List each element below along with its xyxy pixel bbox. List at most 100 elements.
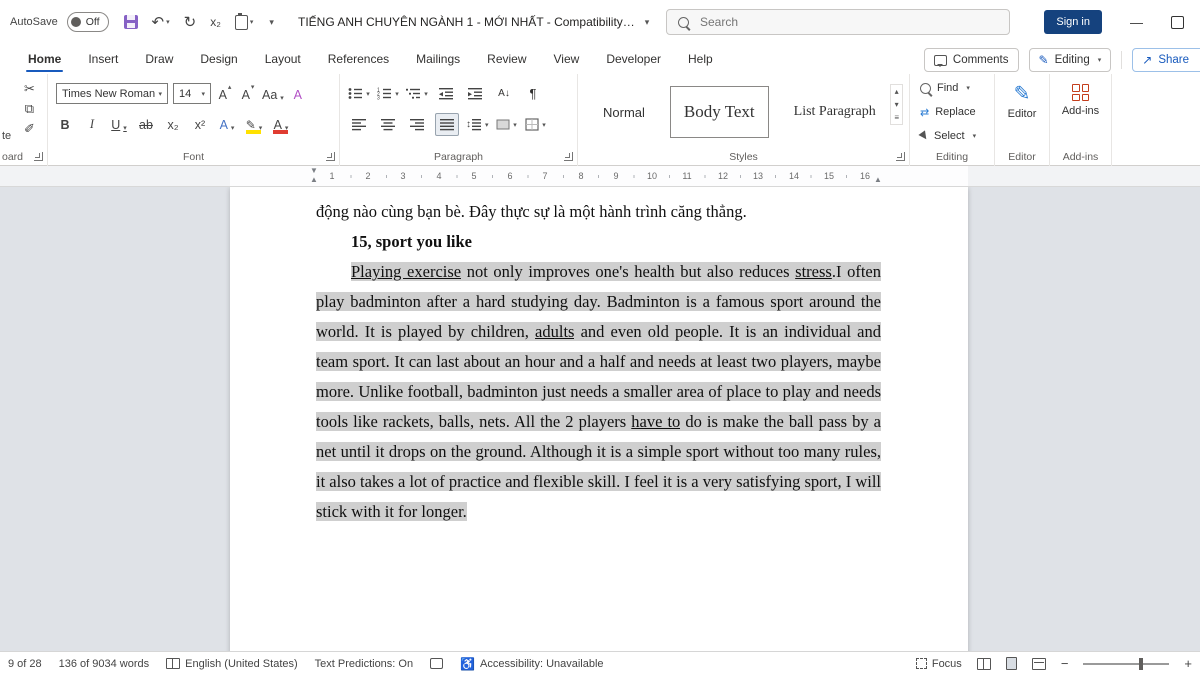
addins-button[interactable]: Add-ins — [1050, 84, 1111, 117]
sign-in-button[interactable]: Sign in — [1044, 10, 1102, 34]
multilevel-list-button[interactable]: ▾ — [406, 83, 428, 104]
word-count[interactable]: 136 of 9034 words — [59, 658, 150, 670]
search-box[interactable] — [666, 9, 1010, 35]
italic-button[interactable]: I — [83, 113, 101, 134]
zoom-out-button[interactable]: − — [1061, 656, 1069, 671]
customize-qat-icon[interactable]: ▾ — [269, 18, 274, 27]
numbering-button[interactable]: 123▾ — [377, 83, 399, 104]
highlight-color-button[interactable]: ✎▾ — [245, 113, 263, 134]
clear-formatting-button[interactable]: A — [289, 83, 307, 104]
font-color-button[interactable]: A▾ — [272, 113, 290, 134]
font-dialog-launcher-icon[interactable] — [326, 152, 335, 161]
page-indicator[interactable]: 9 of 28 — [8, 658, 42, 670]
tab-developer[interactable]: Developer — [604, 46, 663, 72]
document-page[interactable]: động nào cùng bạn bè. Đây thực sự là một… — [230, 187, 968, 651]
font-name-combo[interactable]: Times New Roman▾ — [56, 83, 168, 104]
increase-indent-button[interactable] — [464, 83, 486, 104]
bullets-button[interactable]: ▾ — [348, 83, 370, 104]
comments-button[interactable]: Comments — [924, 48, 1019, 72]
copy-icon[interactable]: ⧉ — [25, 102, 34, 115]
text-effects-button[interactable]: A▾ — [218, 113, 236, 134]
styles-scroll-down-icon[interactable]: ▾ — [895, 100, 899, 109]
share-button[interactable]: ↗Share — [1132, 48, 1200, 72]
style-list-paragraph[interactable]: List Paragraph — [781, 86, 889, 138]
tab-insert[interactable]: Insert — [86, 46, 120, 72]
heading-sport-you-like[interactable]: 15, sport you like — [316, 227, 881, 257]
recording-button[interactable] — [430, 658, 443, 669]
document-area[interactable]: động nào cùng bạn bè. Đây thực sự là một… — [0, 187, 1200, 651]
paste-dropdown-icon[interactable]: ▾ — [250, 19, 254, 26]
replace-button[interactable]: ⇄Replace — [920, 102, 994, 122]
style-body-text[interactable]: Body Text — [670, 86, 769, 138]
tab-view[interactable]: View — [552, 46, 582, 72]
tab-review[interactable]: Review — [485, 46, 528, 72]
zoom-in-button[interactable]: + — [1184, 656, 1192, 671]
tab-draw[interactable]: Draw — [143, 46, 175, 72]
redo-icon[interactable]: ↻ — [184, 15, 197, 30]
zoom-slider[interactable] — [1083, 663, 1169, 665]
bold-button[interactable]: B — [56, 113, 74, 134]
tab-mailings[interactable]: Mailings — [414, 46, 462, 72]
text-predictions-toggle[interactable]: Text Predictions: On — [315, 658, 413, 670]
subscript-qat-icon[interactable]: x₂ — [210, 16, 221, 28]
paste-label-partial[interactable]: te — [2, 130, 11, 142]
document-title-area[interactable]: TIẾNG ANH CHUYÊN NGÀNH 1 - MỚI NHẤT - Co… — [298, 0, 649, 44]
sort-button[interactable]: A↓ — [493, 83, 515, 104]
ruler[interactable]: 1 2 3 4 5 6 7 8 9 10 11 12 13 14 15 16 ▼… — [0, 166, 1200, 187]
save-icon[interactable] — [124, 15, 138, 29]
grow-font-button[interactable]: A▴ — [216, 83, 234, 104]
align-left-button[interactable] — [348, 114, 370, 135]
select-button[interactable]: Select▾ — [920, 126, 994, 146]
align-right-button[interactable] — [406, 114, 428, 135]
shrink-font-button[interactable]: A▾ — [239, 83, 257, 104]
tab-home[interactable]: Home — [26, 46, 63, 72]
accessibility-checker[interactable]: ♿Accessibility: Unavailable — [460, 657, 603, 671]
borders-button[interactable]: ▾ — [525, 114, 547, 135]
font-size-combo[interactable]: 14▾ — [173, 83, 211, 104]
paragraph-dialog-launcher-icon[interactable] — [564, 152, 573, 161]
strikethrough-button[interactable]: ab — [137, 113, 155, 134]
zoom-slider-handle[interactable] — [1139, 658, 1143, 670]
minimize-button[interactable]: — — [1130, 15, 1143, 30]
style-normal[interactable]: Normal — [590, 86, 658, 138]
cut-icon[interactable]: ✂ — [24, 82, 35, 95]
title-chevron-icon[interactable]: ▾ — [645, 17, 650, 28]
superscript-button[interactable]: x² — [191, 113, 209, 134]
editing-mode-button[interactable]: ✎Editing▾ — [1029, 48, 1112, 72]
shading-button[interactable]: ▾ — [496, 114, 518, 135]
autosave-toggle[interactable]: Off — [67, 12, 109, 32]
first-line-indent-marker[interactable]: ▼ — [310, 167, 318, 175]
change-case-button[interactable]: Aa▾ — [262, 83, 284, 104]
focus-button[interactable]: Focus — [916, 658, 962, 670]
selected-paragraph[interactable]: Playing exercise not only improves one's… — [316, 257, 881, 527]
read-mode-button[interactable] — [977, 658, 991, 670]
undo-dropdown-icon[interactable]: ▾ — [166, 19, 170, 26]
maximize-button[interactable] — [1171, 16, 1184, 29]
editor-button[interactable]: ✎ Editor — [995, 84, 1049, 120]
paragraph-previous[interactable]: động nào cùng bạn bè. Đây thực sự là một… — [316, 197, 881, 227]
find-button[interactable]: Find▾ — [920, 78, 994, 98]
right-indent-marker[interactable]: ▲ — [874, 176, 882, 184]
styles-more-icon[interactable]: ≡ — [894, 113, 899, 122]
underline-button[interactable]: U▾ — [110, 113, 128, 134]
justify-button[interactable] — [435, 113, 459, 136]
decrease-indent-button[interactable] — [435, 83, 457, 104]
subscript-button[interactable]: x₂ — [164, 113, 182, 134]
styles-dialog-launcher-icon[interactable] — [896, 152, 905, 161]
tab-design[interactable]: Design — [198, 46, 239, 72]
tab-help[interactable]: Help — [686, 46, 715, 72]
clipboard-dialog-launcher-icon[interactable] — [34, 152, 43, 161]
print-layout-button[interactable] — [1006, 657, 1017, 670]
show-formatting-button[interactable]: ¶ — [522, 83, 544, 104]
tab-layout[interactable]: Layout — [263, 46, 303, 72]
proofing-button[interactable]: English (United States) — [166, 658, 298, 670]
web-layout-button[interactable] — [1032, 658, 1046, 670]
paste-qat-icon[interactable]: ▾ — [235, 15, 254, 30]
align-center-button[interactable] — [377, 114, 399, 135]
undo-icon[interactable]: ↶▾ — [152, 15, 170, 30]
search-input[interactable] — [698, 14, 952, 30]
tab-references[interactable]: References — [326, 46, 391, 72]
left-indent-marker[interactable]: ▲ — [310, 176, 318, 184]
styles-scroll-up-icon[interactable]: ▴ — [895, 87, 899, 96]
line-spacing-button[interactable]: ↕▾ — [466, 114, 489, 135]
